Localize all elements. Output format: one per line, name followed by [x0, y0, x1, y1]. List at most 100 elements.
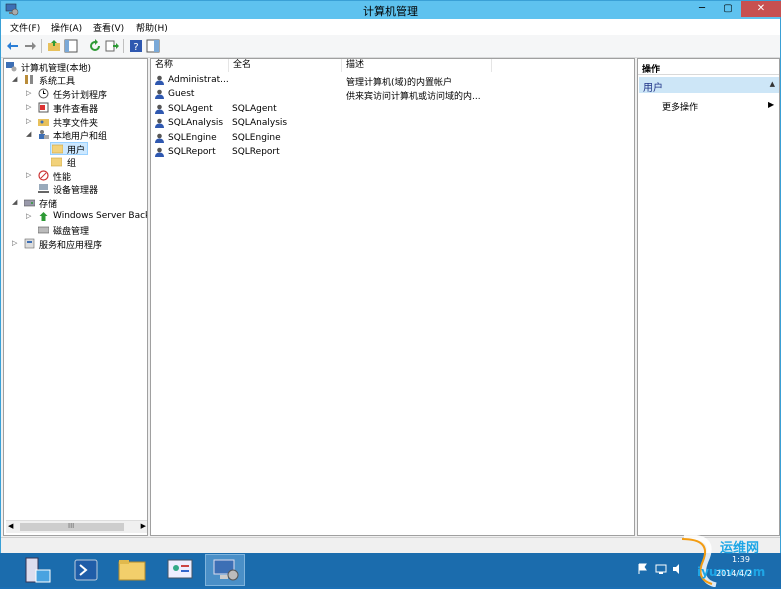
tree-item-shared-folders[interactable]: ▷ 共享文件夹 — [26, 116, 146, 129]
menu-help[interactable]: 帮助(H) — [136, 21, 168, 34]
expand-arrow-icon[interactable]: ◢ — [26, 130, 31, 138]
window-title: 计算机管理 — [363, 5, 418, 18]
menu-view[interactable]: 查看(V) — [93, 21, 124, 34]
user-name: SQLAnalysis — [168, 118, 224, 128]
performance-icon — [38, 170, 49, 181]
tree-item-label: 性能 — [53, 173, 72, 183]
network-icon[interactable] — [655, 563, 667, 575]
list-row-sqlengine[interactable]: SQLEngine SQLEngine — [154, 132, 632, 146]
back-arrow-icon[interactable] — [6, 39, 20, 53]
computer-management-icon — [6, 62, 17, 72]
server-manager-icon — [25, 557, 51, 583]
tree-item-task-scheduler[interactable]: ▷ 任务计划程序 — [26, 88, 146, 101]
user-fullname: SQLAnalysis — [232, 118, 288, 128]
column-header-fullname[interactable]: 全名 — [229, 59, 342, 72]
computer-management-taskbar-button[interactable] — [205, 554, 245, 586]
list-row-sqlreport[interactable]: SQLReport SQLReport — [154, 146, 632, 160]
help-icon[interactable]: ? — [129, 39, 143, 53]
minimize-button[interactable]: ─ — [691, 1, 713, 17]
column-header-description[interactable]: 描述 — [342, 59, 492, 72]
expand-arrow-icon[interactable]: ◢ — [12, 75, 17, 83]
actions-section-label: 用户 — [643, 83, 663, 94]
expand-arrow-icon[interactable]: ◢ — [12, 198, 17, 206]
file-explorer-button[interactable] — [112, 554, 152, 586]
forward-arrow-icon[interactable] — [23, 39, 37, 53]
folder-icon — [51, 157, 62, 167]
disk-icon — [38, 226, 49, 234]
tree-item-label: 任务计划程序 — [53, 91, 108, 101]
tree-item-event-viewer[interactable]: ▷ 事件查看器 — [26, 102, 146, 115]
control-panel-button[interactable] — [160, 554, 200, 586]
user-name: Administrat... — [168, 75, 229, 85]
services-icon — [24, 238, 35, 249]
collapse-arrow-icon[interactable]: ▷ — [26, 89, 31, 97]
users-group-icon — [39, 130, 49, 139]
tree-item-disk-management[interactable]: 磁盘管理 — [38, 224, 146, 237]
server-manager-button[interactable] — [16, 554, 56, 586]
tree-item-windows-server-backup[interactable]: ▷ Windows Server Back — [26, 211, 148, 224]
tree-item-label: 磁盘管理 — [53, 227, 90, 237]
collapse-up-icon[interactable]: ▲ — [770, 80, 775, 88]
tree-item-groups[interactable]: 组 — [51, 156, 131, 169]
tree-item-system-tools[interactable]: ◢ 系统工具 — [12, 74, 146, 87]
column-header-name[interactable]: 名称 — [151, 59, 229, 72]
user-fullname: SQLEngine — [232, 133, 281, 143]
maximize-button[interactable]: ▢ — [717, 1, 739, 17]
menu-file[interactable]: 文件(F) — [10, 21, 40, 34]
tree-item-label: 设备管理器 — [53, 186, 99, 196]
actions-pane: 操作 用户 ▲ 更多操作 ▶ — [637, 58, 780, 536]
show-action-pane-icon[interactable] — [146, 39, 160, 53]
scrollbar-thumb[interactable]: III — [20, 522, 124, 531]
tree-item-local-users-groups[interactable]: ◢ 本地用户和组 — [26, 129, 146, 142]
scroll-right-arrow-icon[interactable]: ▶ — [141, 522, 146, 530]
more-actions-label: 更多操作 — [662, 103, 699, 113]
list-row-guest[interactable]: Guest 供来宾访问计算机或访问域的内... — [154, 88, 632, 102]
backup-icon — [39, 212, 48, 221]
list-row-sqlagent[interactable]: SQLAgent SQLAgent — [154, 103, 632, 117]
clock-time[interactable]: 1:39 — [732, 555, 750, 564]
tree-item-label: 本地用户和组 — [53, 132, 108, 142]
actions-header: 操作 — [638, 59, 779, 75]
powershell-button[interactable] — [66, 554, 106, 586]
actions-section-users[interactable]: 用户 ▲ — [639, 77, 779, 94]
tree-item-performance[interactable]: ▷ 性能 — [26, 170, 146, 183]
more-actions-item[interactable]: 更多操作 — [662, 100, 698, 113]
horizontal-scrollbar[interactable]: ◀ III ▶ — [6, 520, 147, 533]
menu-action[interactable]: 操作(A) — [51, 21, 82, 34]
export-list-icon[interactable] — [105, 39, 119, 53]
list-row-sqlanalysis[interactable]: SQLAnalysis SQLAnalysis — [154, 117, 632, 131]
toolbar-separator — [123, 39, 124, 53]
tools-icon — [25, 75, 33, 84]
collapse-arrow-icon[interactable]: ▷ — [26, 171, 31, 179]
submenu-arrow-icon[interactable]: ▶ — [768, 100, 774, 109]
collapse-arrow-icon[interactable]: ▷ — [26, 103, 31, 111]
collapse-arrow-icon[interactable]: ▷ — [26, 117, 31, 125]
tree-item-computer-management[interactable]: 计算机管理(本地) — [6, 61, 146, 74]
user-icon — [155, 118, 164, 128]
list-row-administrator[interactable]: Administrat... 管理计算机(域)的内置帐户 — [154, 74, 632, 88]
watermark-text-cn: 运维网 — [720, 541, 760, 556]
tree-item-storage[interactable]: ◢ 存储 — [12, 197, 146, 210]
tree-item-users[interactable]: 用户 — [50, 142, 88, 156]
tree-item-label: 服务和应用程序 — [39, 241, 103, 251]
show-hide-tree-icon[interactable] — [64, 39, 78, 53]
scroll-left-arrow-icon[interactable]: ◀ — [8, 522, 13, 530]
action-center-flag-icon[interactable] — [637, 563, 649, 575]
tree-item-label: Windows Server Back — [53, 211, 148, 221]
folder-icon — [118, 560, 146, 581]
refresh-icon[interactable] — [88, 39, 102, 53]
up-folder-icon[interactable] — [47, 39, 61, 53]
clock-date[interactable]: 2014/4/2 — [716, 569, 752, 578]
title-bar[interactable]: 计算机管理 ─ ▢ ✕ — [1, 1, 781, 19]
user-description: 管理计算机(域)的内置帐户 — [346, 78, 453, 88]
tree-item-label: 用户 — [67, 146, 86, 156]
tree-item-device-manager[interactable]: 设备管理器 — [38, 183, 146, 196]
tree-item-label: 组 — [67, 159, 77, 169]
close-button[interactable]: ✕ — [741, 1, 781, 17]
collapse-arrow-icon[interactable]: ▷ — [26, 212, 31, 220]
shared-folder-icon — [38, 119, 49, 126]
collapse-arrow-icon[interactable]: ▷ — [12, 239, 17, 247]
tree-item-services-applications[interactable]: ▷ 服务和应用程序 — [12, 238, 146, 251]
storage-icon — [24, 199, 35, 207]
control-panel-icon — [167, 559, 193, 579]
